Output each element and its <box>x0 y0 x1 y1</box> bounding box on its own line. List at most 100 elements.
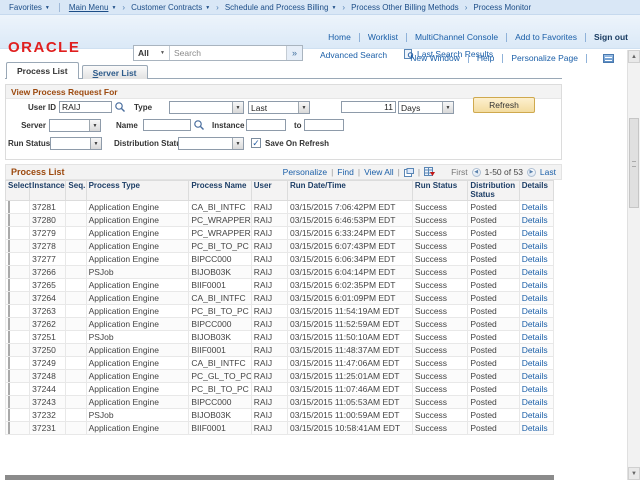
details-link[interactable]: Details <box>522 423 548 433</box>
instance-from-input[interactable] <box>246 119 286 131</box>
row-checkbox[interactable] <box>8 370 10 382</box>
user-cell: RAIJ <box>251 240 287 253</box>
process-type-cell: Application Engine <box>86 422 189 435</box>
page-link[interactable]: Personalize Page <box>511 53 578 63</box>
details-link[interactable]: Details <box>522 332 548 342</box>
vertical-scrollbar[interactable]: ▲ ▼ <box>627 50 640 480</box>
pager-last[interactable]: Last <box>540 167 556 177</box>
scroll-down-icon[interactable]: ▼ <box>628 467 640 480</box>
details-cell: Details <box>519 344 553 357</box>
process-name-cell: BIPCC000 <box>189 253 251 266</box>
personalize-layout-icon[interactable] <box>603 54 614 63</box>
breadcrumb-item[interactable]: Schedule and Process Billing▼ <box>225 3 337 12</box>
user-id-lookup-icon[interactable] <box>114 101 126 113</box>
search-input[interactable] <box>170 46 286 60</box>
details-link[interactable]: Details <box>522 371 548 381</box>
scroll-up-icon[interactable]: ▲ <box>628 50 640 63</box>
search-scope-dropdown[interactable]: All▼ <box>134 46 170 60</box>
find-link[interactable]: Find <box>337 167 354 177</box>
run-status-select[interactable]: ▼ <box>50 137 102 150</box>
details-link[interactable]: Details <box>522 358 548 368</box>
row-checkbox[interactable] <box>8 292 10 304</box>
details-link[interactable]: Details <box>522 384 548 394</box>
header-link[interactable]: MultiChannel Console <box>415 32 498 42</box>
process-name-cell: PC_BI_TO_PC <box>189 305 251 318</box>
row-checkbox[interactable] <box>8 383 10 395</box>
breadcrumb-favorites[interactable]: Favorites▼ <box>9 3 50 12</box>
row-checkbox[interactable] <box>8 240 10 252</box>
last-select[interactable]: Last▼ <box>248 101 310 114</box>
row-checkbox[interactable] <box>8 279 10 291</box>
details-link[interactable]: Details <box>522 293 548 303</box>
row-checkbox[interactable] <box>8 305 10 317</box>
breadcrumb-item[interactable]: Main Menu▼ <box>69 3 117 12</box>
refresh-button[interactable]: Refresh <box>473 97 535 113</box>
details-link[interactable]: Details <box>522 319 548 329</box>
details-link[interactable]: Details <box>522 254 548 264</box>
view-all-link[interactable]: View All <box>364 167 394 177</box>
advanced-search-link[interactable]: Advanced Search <box>320 50 387 60</box>
details-link[interactable]: Details <box>522 215 548 225</box>
pager-first[interactable]: First <box>451 167 468 177</box>
select-cell <box>6 357 30 370</box>
seq-cell <box>66 279 86 292</box>
breadcrumb-item[interactable]: Customer Contracts▼ <box>131 3 210 12</box>
row-checkbox[interactable] <box>8 331 10 343</box>
distribution-status-select[interactable]: ▼ <box>178 137 244 150</box>
save-on-refresh-checkbox[interactable]: ✓ <box>251 138 261 148</box>
days-unit-select[interactable]: Days▼ <box>398 101 454 114</box>
details-link[interactable]: Details <box>522 397 548 407</box>
scrollbar-thumb[interactable] <box>629 118 639 208</box>
horizontal-scrollbar-thumb[interactable] <box>5 475 554 480</box>
row-checkbox[interactable] <box>8 227 10 239</box>
details-link[interactable]: Details <box>522 202 548 212</box>
page-link[interactable]: Help <box>477 53 494 63</box>
details-link[interactable]: Details <box>522 306 548 316</box>
details-cell: Details <box>519 214 553 227</box>
row-checkbox[interactable] <box>8 409 10 421</box>
type-select[interactable]: ▼ <box>169 101 244 114</box>
sign-out-link[interactable]: Sign out <box>594 32 628 42</box>
tab-server-list[interactable]: Server List <box>82 65 148 79</box>
details-link[interactable]: Details <box>522 228 548 238</box>
header-link[interactable]: Add to Favorites <box>515 32 577 42</box>
days-number-input[interactable] <box>341 101 396 113</box>
header-link[interactable]: Home <box>328 32 351 42</box>
download-to-excel-icon[interactable] <box>424 167 435 177</box>
breadcrumb-item[interactable]: Process Other Billing Methods <box>351 3 459 12</box>
row-checkbox[interactable] <box>8 214 10 226</box>
row-checkbox[interactable] <box>8 422 10 434</box>
details-link[interactable]: Details <box>522 410 548 420</box>
tab-process-list[interactable]: Process List <box>6 62 79 79</box>
page-link[interactable]: New Window <box>410 53 460 63</box>
breadcrumb-item[interactable]: Process Monitor <box>473 3 531 12</box>
server-select[interactable]: ▼ <box>49 119 101 132</box>
row-checkbox[interactable] <box>8 201 10 213</box>
page-links: New Window Help Personalize Page <box>410 53 614 63</box>
row-checkbox[interactable] <box>8 318 10 330</box>
select-cell <box>6 422 30 435</box>
details-link[interactable]: Details <box>522 241 548 251</box>
row-checkbox[interactable] <box>8 253 10 265</box>
table-row: 37243 Application Engine BIPCC000 RAIJ 0… <box>6 396 554 409</box>
name-lookup-icon[interactable] <box>193 119 205 131</box>
oracle-logo: ORACLE <box>8 39 80 56</box>
pager-next-icon[interactable]: ▶ <box>527 168 536 177</box>
table-row: 37232 PSJob BIJOB03K RAIJ 03/15/2015 11:… <box>6 409 554 422</box>
search-go-button[interactable]: » <box>286 46 302 60</box>
grid-pager: First ◀ 1-50 of 53 ▶ Last <box>451 167 556 177</box>
header-link[interactable]: Worklist <box>368 32 398 42</box>
user-id-input[interactable] <box>59 101 112 113</box>
row-checkbox[interactable] <box>8 396 10 408</box>
row-checkbox[interactable] <box>8 357 10 369</box>
name-input[interactable] <box>143 119 191 131</box>
details-link[interactable]: Details <box>522 267 548 277</box>
details-link[interactable]: Details <box>522 280 548 290</box>
row-checkbox[interactable] <box>8 344 10 356</box>
zoom-window-icon[interactable] <box>404 168 414 177</box>
personalize-link[interactable]: Personalize <box>283 167 327 177</box>
pager-previous-icon[interactable]: ◀ <box>472 168 481 177</box>
row-checkbox[interactable] <box>8 266 10 278</box>
instance-to-input[interactable] <box>304 119 344 131</box>
details-link[interactable]: Details <box>522 345 548 355</box>
